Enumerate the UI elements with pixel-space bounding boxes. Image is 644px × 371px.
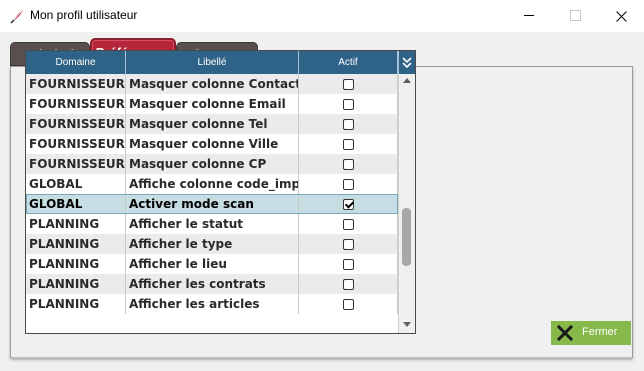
cell-actif xyxy=(299,234,398,254)
fermer-button[interactable]: Fermer xyxy=(551,321,631,345)
cell-actif xyxy=(299,274,398,294)
cell-domaine: PLANNING xyxy=(26,214,126,234)
cell-domaine: FOURNISSEUR xyxy=(26,134,126,154)
cell-libelle: Masquer colonne Contact xyxy=(126,74,299,94)
column-menu-button[interactable] xyxy=(398,51,415,74)
cell-domaine: PLANNING xyxy=(26,234,126,254)
cell-domaine: PLANNING xyxy=(26,254,126,274)
cell-actif xyxy=(299,154,398,174)
table-body: FOURNISSEUR Masquer colonne Contact FOURNI… xyxy=(26,74,398,314)
panel-shadow xyxy=(12,357,632,360)
table-row[interactable]: PLANNING Afficher les articles xyxy=(26,294,398,314)
column-header-libelle[interactable]: Libellé xyxy=(126,51,299,74)
cell-domaine: GLOBAL xyxy=(26,174,126,194)
window-title: Mon profil utilisateur xyxy=(30,8,138,22)
actif-checkbox[interactable] xyxy=(342,238,354,250)
vertical-scrollbar[interactable] xyxy=(398,74,415,333)
cell-actif xyxy=(299,174,398,194)
preferences-table: Domaine Libellé Actif FOURNISSEUR Masquer… xyxy=(25,50,416,334)
cell-actif xyxy=(299,294,398,314)
scroll-down-arrow-icon[interactable] xyxy=(403,322,411,327)
cell-libelle: Afficher le lieu xyxy=(126,254,299,274)
cell-libelle: Afficher les articles xyxy=(126,294,299,314)
cell-libelle: Activer mode scan xyxy=(126,194,299,214)
cell-domaine: FOURNISSEUR xyxy=(26,154,126,174)
actif-checkbox[interactable] xyxy=(342,118,354,130)
actif-checkbox[interactable] xyxy=(342,98,354,110)
cell-libelle: Masquer colonne Email xyxy=(126,94,299,114)
cell-actif xyxy=(299,94,398,114)
actif-checkbox[interactable] xyxy=(342,258,354,270)
scrollbar-thumb[interactable] xyxy=(402,208,411,266)
cell-libelle: Afficher le type xyxy=(126,234,299,254)
close-icon xyxy=(616,11,627,22)
cell-domaine: PLANNING xyxy=(26,294,126,314)
column-header-actif[interactable]: Actif xyxy=(299,51,398,74)
cell-libelle: Masquer colonne Ville xyxy=(126,134,299,154)
actif-checkbox[interactable] xyxy=(342,138,354,150)
fermer-label: Fermer xyxy=(582,326,618,338)
actif-checkbox[interactable] xyxy=(342,218,354,230)
actif-checkbox[interactable] xyxy=(342,158,354,170)
cell-domaine: FOURNISSEUR xyxy=(26,74,126,94)
table-row[interactable]: FOURNISSEUR Masquer colonne Contact xyxy=(26,74,398,94)
cell-domaine: FOURNISSEUR xyxy=(26,94,126,114)
cell-actif xyxy=(299,254,398,274)
table-row[interactable]: PLANNING Afficher le lieu xyxy=(26,254,398,274)
cell-actif xyxy=(299,194,398,214)
title-bar: Mon profil utilisateur xyxy=(0,0,644,32)
maximize-button[interactable] xyxy=(552,0,598,32)
cell-libelle: Afficher les contrats xyxy=(126,274,299,294)
table-row[interactable]: PLANNING Afficher le type xyxy=(26,234,398,254)
table-row[interactable]: FOURNISSEUR Masquer colonne Email xyxy=(26,94,398,114)
column-header-domaine[interactable]: Domaine xyxy=(26,51,126,74)
table-row[interactable]: PLANNING Afficher le statut xyxy=(26,214,398,234)
minimize-button[interactable] xyxy=(506,0,552,32)
table-row[interactable]: GLOBAL Activer mode scan xyxy=(26,194,398,214)
cell-libelle: Afficher le statut xyxy=(126,214,299,234)
table-row[interactable]: FOURNISSEUR Masquer colonne Tel xyxy=(26,114,398,134)
actif-checkbox[interactable] xyxy=(342,178,354,190)
cell-domaine: FOURNISSEUR xyxy=(26,114,126,134)
actif-checkbox[interactable] xyxy=(342,298,354,310)
cell-actif xyxy=(299,214,398,234)
cell-actif xyxy=(299,114,398,134)
double-chevron-down-icon xyxy=(402,56,412,68)
close-x-icon xyxy=(556,324,574,344)
cell-libelle: Masquer colonne Tel xyxy=(126,114,299,134)
close-button[interactable] xyxy=(598,0,644,32)
actif-checkbox[interactable] xyxy=(342,278,354,290)
actif-checkbox[interactable] xyxy=(342,198,354,210)
cell-libelle: Affiche colonne code_import xyxy=(126,174,299,194)
cell-actif xyxy=(299,134,398,154)
cell-domaine: GLOBAL xyxy=(26,194,126,214)
table-header: Domaine Libellé Actif xyxy=(26,51,398,74)
actif-checkbox[interactable] xyxy=(342,78,354,90)
cell-actif xyxy=(299,74,398,94)
table-row[interactable]: PLANNING Afficher les contrats xyxy=(26,274,398,294)
cell-libelle: Masquer colonne CP xyxy=(126,154,299,174)
feather-quill-icon xyxy=(9,8,25,24)
table-row[interactable]: GLOBALAffiche colonne code_import xyxy=(26,174,398,194)
cell-domaine: PLANNING xyxy=(26,274,126,294)
scroll-up-arrow-icon[interactable] xyxy=(403,78,411,83)
table-row[interactable]: FOURNISSEUR Masquer colonne Ville xyxy=(26,134,398,154)
table-row[interactable]: FOURNISSEUR Masquer colonne CP xyxy=(26,154,398,174)
